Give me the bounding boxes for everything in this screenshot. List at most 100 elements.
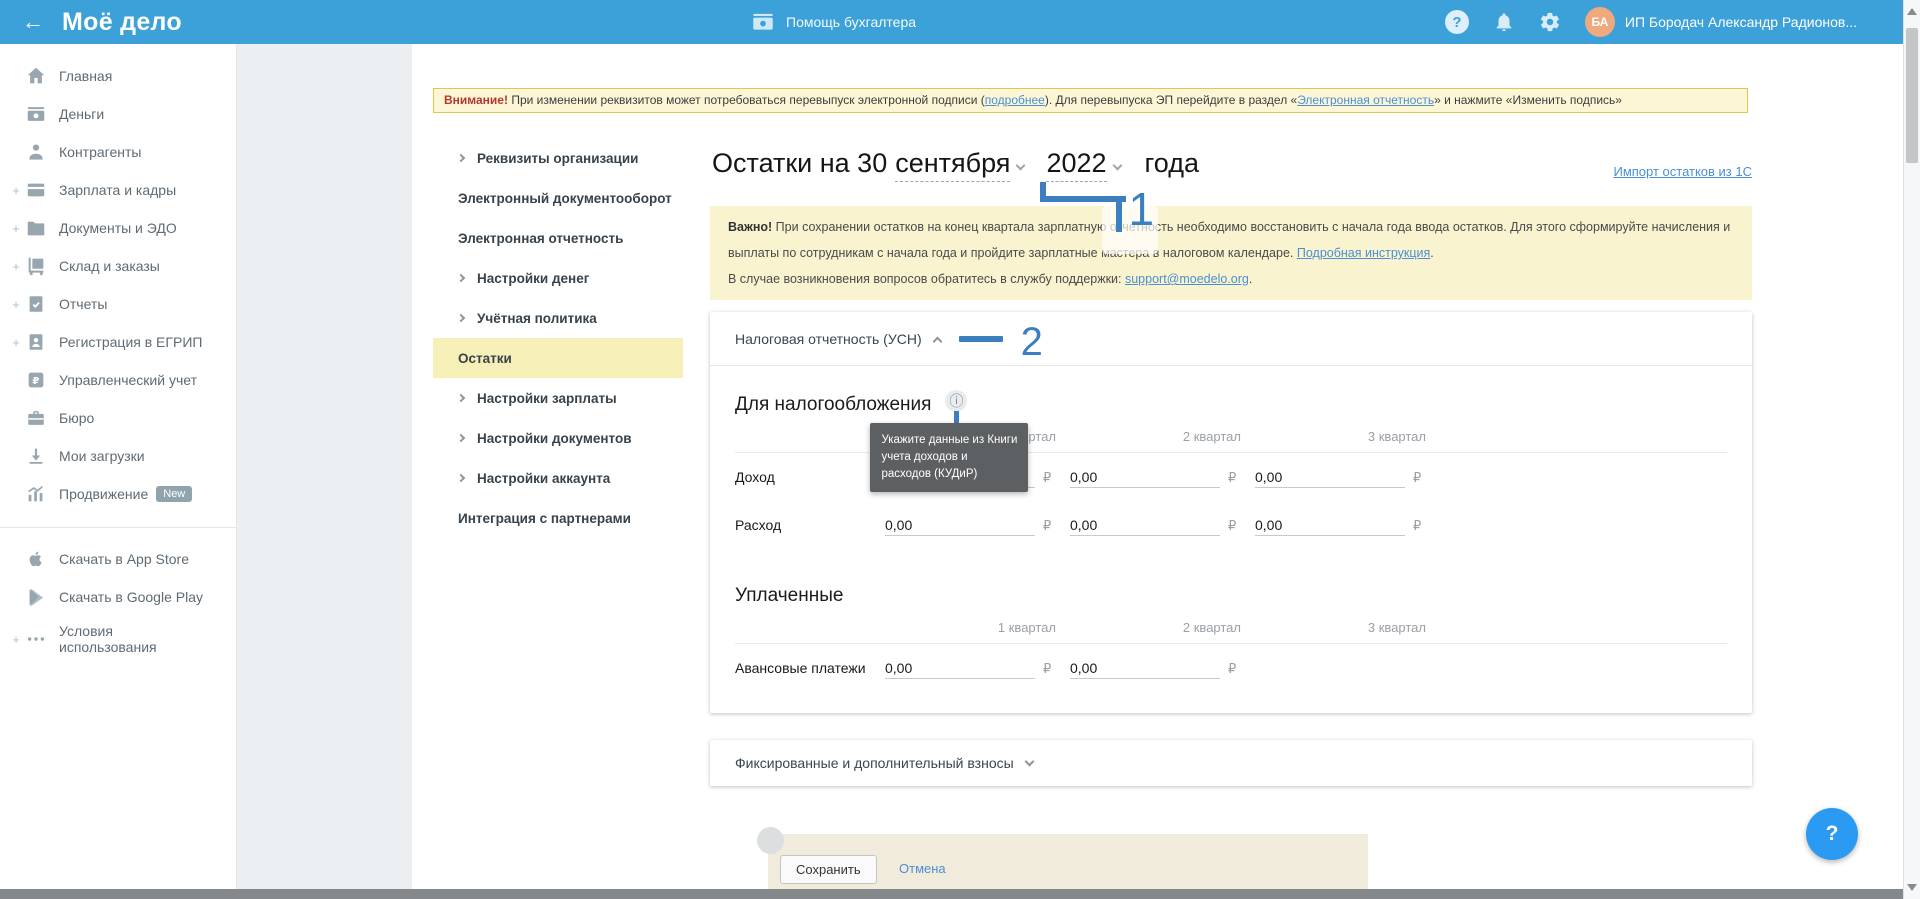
advance-q1-input[interactable]: [885, 657, 1035, 679]
download-icon: [25, 445, 47, 467]
chevron-right-icon: [456, 433, 466, 443]
section-title-taxation: Для налогообложения ⓘ Укажите данные из …: [735, 390, 1727, 492]
sidebar-item-money[interactable]: + Деньги: [0, 95, 236, 133]
sidebar-item-management[interactable]: + ₽ Управленческий учет: [0, 361, 236, 399]
column-header: 3 квартал: [1367, 428, 1426, 444]
currency-label: ₽: [1228, 517, 1237, 533]
expense-q3-input[interactable]: [1255, 514, 1405, 536]
row-label: Расход: [735, 517, 782, 533]
sidebar-item-bureau[interactable]: + Бюро: [0, 399, 236, 437]
settings-submenu: Реквизиты организации Электронный докуме…: [433, 138, 683, 538]
submenu-item-partners[interactable]: Интеграция с партнерами: [433, 498, 683, 538]
tooltip: Укажите данные из Книги учета доходов и …: [870, 423, 1029, 492]
ruble-square-icon: ₽: [25, 369, 47, 391]
column-header: 1 квартал: [997, 619, 1056, 635]
chevron-down-icon: [1015, 160, 1026, 171]
sidebar-divider: [0, 527, 236, 528]
floating-help-button[interactable]: ?: [1806, 808, 1858, 860]
vertical-scrollbar: [1903, 0, 1920, 899]
sidebar-item-app-store[interactable]: + Скачать в App Store: [0, 540, 236, 578]
sidebar-item-promotion[interactable]: + Продвижение New: [0, 475, 236, 513]
annotation-2-line: [958, 335, 1003, 342]
google-play-icon: [25, 586, 47, 608]
chevron-right-icon: [456, 313, 466, 323]
info-icon[interactable]: ⓘ: [945, 390, 968, 412]
instruction-link[interactable]: Подробная инструкция: [1297, 246, 1430, 260]
notifications-bell-icon[interactable]: [1493, 11, 1515, 33]
chevron-right-icon: [456, 153, 466, 163]
month-select[interactable]: сентября 1: [895, 148, 1159, 254]
chevron-down-icon: [1112, 160, 1122, 171]
back-arrow-icon[interactable]: ←: [22, 11, 44, 33]
fixed-contributions-section[interactable]: Фиксированные и дополнительный взносы: [710, 740, 1752, 786]
folder-icon: [25, 217, 47, 239]
app-logo[interactable]: Моё дело: [62, 8, 182, 37]
scroll-up-arrow[interactable]: [1907, 8, 1917, 15]
sidebar-item-warehouse[interactable]: + Склад и заказы: [0, 247, 236, 285]
report-check-icon: [25, 293, 47, 315]
currency-label: ₽: [1228, 660, 1237, 676]
income-q3-input[interactable]: [1255, 466, 1405, 488]
scroll-down-arrow[interactable]: [1907, 884, 1917, 891]
cancel-link[interactable]: Отмена: [899, 861, 946, 876]
apple-icon: [25, 548, 47, 570]
submenu-item-ostatki[interactable]: Остатки: [433, 338, 683, 378]
annotation-2: 2: [1020, 319, 1043, 364]
income-q2-input[interactable]: [1070, 466, 1220, 488]
important-notice: Важно! При сохранении остатков на конец …: [710, 206, 1752, 300]
help-icon[interactable]: ?: [1444, 10, 1469, 34]
support-email-link[interactable]: support@moedelo.org: [1125, 272, 1249, 286]
dots-icon: [25, 628, 47, 650]
decorative-circle: [757, 827, 784, 854]
year-select[interactable]: 2022: [1046, 148, 1122, 182]
accountant-help-label: Помощь бухгалтера: [786, 14, 917, 30]
main-panel: Внимание! При изменении реквизитов может…: [412, 44, 1903, 899]
scrollbar-thumb[interactable]: [1906, 28, 1918, 163]
column-header: 2 квартал: [1182, 428, 1241, 444]
annotation-1-line: [1040, 196, 1127, 202]
chevron-right-icon: [456, 393, 466, 403]
money-help-icon: [750, 9, 776, 35]
user-menu[interactable]: БА ИП Бородач Александр Радионов...: [1584, 7, 1857, 37]
import-1c-link[interactable]: Импорт остатков из 1С: [1613, 164, 1752, 179]
currency-label: ₽: [1413, 469, 1422, 485]
sidebar-item-reports[interactable]: + Отчеты: [0, 285, 236, 323]
hand-truck-icon: [25, 255, 47, 277]
fixed-contributions-label: Фиксированные и дополнительный взносы: [735, 755, 1014, 771]
submenu-item-edo[interactable]: Электронный документооборот: [433, 178, 683, 218]
submenu-item-documents-settings[interactable]: Настройки документов: [433, 418, 683, 458]
sidebar-item-salary[interactable]: + Зарплата и кадры: [0, 171, 236, 209]
sidebar-item-registration[interactable]: + Регистрация в ЕГРИП: [0, 323, 236, 361]
sidebar-item-documents[interactable]: + Документы и ЭДО: [0, 209, 236, 247]
registration-doc-icon: [25, 331, 47, 353]
sidebar-item-terms[interactable]: + Условия использования: [0, 616, 236, 662]
currency-label: ₽: [1043, 517, 1052, 533]
submenu-item-salary-settings[interactable]: Настройки зарплаты: [433, 378, 683, 418]
sidebar-item-home[interactable]: + Главная: [0, 57, 236, 95]
sidebar-item-contractors[interactable]: + Контрагенты: [0, 133, 236, 171]
row-label: Доход: [735, 469, 775, 485]
settings-gear-icon[interactable]: [1539, 11, 1561, 33]
annotation-1-line: [1116, 202, 1123, 232]
row-label: Авансовые платежи: [735, 660, 866, 676]
bottom-window-edge: [0, 889, 1903, 899]
submenu-item-rekvizity[interactable]: Реквизиты организации: [433, 138, 683, 178]
advance-q2-input[interactable]: [1070, 657, 1220, 679]
submenu-item-account-settings[interactable]: Настройки аккаунта: [433, 458, 683, 498]
submenu-item-money-settings[interactable]: Настройки денег: [433, 258, 683, 298]
expense-q1-input[interactable]: [885, 514, 1035, 536]
accountant-help-button[interactable]: Помощь бухгалтера: [750, 0, 916, 44]
save-button[interactable]: Сохранить: [780, 855, 877, 884]
submenu-item-accounting-policy[interactable]: Учётная политика: [433, 298, 683, 338]
sidebar-item-downloads[interactable]: + Мои загрузки: [0, 437, 236, 475]
expense-q2-input[interactable]: [1070, 514, 1220, 536]
sidebar-item-google-play[interactable]: + Скачать в Google Play: [0, 578, 236, 616]
promotion-chart-icon: [25, 483, 47, 505]
tax-card-header[interactable]: Налоговая отчетность (УСН) 2: [710, 312, 1752, 366]
submenu-item-e-reporting[interactable]: Электронная отчетность: [433, 218, 683, 258]
quarter-headers: 1 квартал 2 квартал 3 квартал: [735, 619, 1727, 635]
top-bar: ← Моё дело Помощь бухгалтера ? БА ИП Бор…: [0, 0, 1903, 44]
top-bar-actions: ? БА ИП Бородач Александр Радионов...: [1444, 0, 1857, 44]
salary-card-icon: [25, 179, 47, 201]
tax-reporting-card: Налоговая отчетность (УСН) 2 Для налогоо…: [710, 312, 1752, 713]
